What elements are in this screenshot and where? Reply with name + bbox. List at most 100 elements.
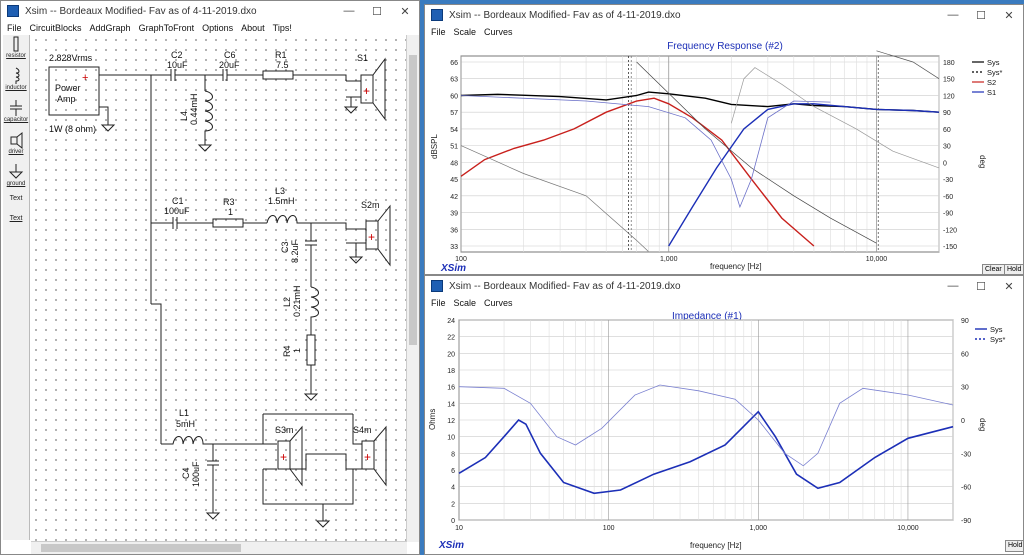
menu-file[interactable]: File (7, 23, 22, 33)
palette-text[interactable]: Text (3, 195, 29, 215)
menu-tips[interactable]: Tips! (273, 23, 292, 33)
y-tick-label: 63 (450, 77, 458, 84)
palette-resistor[interactable]: resistor (3, 35, 29, 67)
impedance-chart: Impedance (#1) Ohms deg frequency [Hz] 2… (428, 311, 1006, 550)
legend-label: S1 (987, 88, 996, 97)
s1-label: S1 (357, 53, 368, 63)
circuit-window[interactable]: Xsim -- Bordeaux Modified- Fav as of 4-1… (0, 0, 420, 555)
palette-driver[interactable]: driver (3, 131, 29, 163)
frequency-window[interactable]: Xsim -- Bordeaux Modified- Fav as of 4-1… (424, 4, 1024, 275)
menu-addgraph[interactable]: AddGraph (90, 23, 131, 33)
y-tick-label: 12 (447, 418, 455, 425)
menu-curves[interactable]: Curves (484, 27, 513, 37)
y2-tick-label: -90 (943, 211, 953, 218)
app-icon (431, 9, 443, 21)
y-tick-label: 33 (450, 244, 458, 251)
r3-value: 1 (228, 207, 233, 217)
menu-file[interactable]: File (431, 298, 446, 308)
schematic-canvas[interactable]: 2.828Vrms Power Amp + 1W (8 ohm) C2 10uF… (31, 35, 407, 542)
component-palette: resistor inductor capacitor driver groun… (3, 35, 30, 540)
menu-curves[interactable]: Curves (484, 298, 513, 308)
window-title: Xsim -- Bordeaux Modified- Fav as of 4-1… (449, 9, 681, 21)
clear-button[interactable]: Clear (982, 264, 1005, 274)
circuit-menubar: File CircuitBlocks AddGraph GraphToFront… (1, 21, 419, 35)
maximize-icon[interactable]: ☐ (967, 280, 995, 293)
y-tick-label: 39 (450, 211, 458, 218)
r1-value: 7.5 (276, 60, 289, 70)
y-tick-label: 14 (447, 401, 455, 408)
c1-label: C1 (172, 196, 184, 206)
x-tick-label: 10,000 (897, 525, 919, 532)
x-tick-label: 1,000 (750, 525, 768, 532)
x-tick-label: 1,000 (660, 256, 678, 263)
palette-label: driver (8, 149, 24, 155)
c4-label: C4 (181, 467, 191, 479)
impedance-window[interactable]: Xsim -- Bordeaux Modified- Fav as of 4-1… (424, 275, 1024, 555)
chart-grid (460, 55, 940, 253)
minimize-icon[interactable]: — (939, 280, 967, 292)
c3-label: C3 (280, 241, 290, 253)
xsim-logo: XSim (441, 263, 467, 274)
hold-button[interactable]: Hold (1004, 264, 1023, 274)
x-tick-label: 100 (455, 256, 467, 263)
palette-text-2[interactable]: Text (3, 215, 29, 235)
close-icon[interactable]: ✕ (995, 280, 1023, 293)
r4-value: 1 (292, 348, 302, 353)
y-tick-label: 54 (450, 127, 458, 134)
y-tick-label: 60 (450, 93, 458, 100)
legend-label: Sys (990, 325, 1003, 334)
y-tick-label: 42 (450, 194, 458, 201)
plus-icon: + (82, 72, 88, 84)
menu-scale[interactable]: Scale (454, 27, 477, 37)
y-tick-label: 57 (450, 110, 458, 117)
minimize-icon[interactable]: — (939, 9, 967, 21)
circuit-titlebar[interactable]: Xsim -- Bordeaux Modified- Fav as of 4-1… (1, 1, 419, 21)
window-title: Xsim -- Bordeaux Modified- Fav as of 4-1… (25, 5, 257, 17)
y2-tick-label: -90 (961, 518, 971, 525)
palette-label: inductor (5, 85, 27, 91)
palette-label: resistor (6, 53, 26, 59)
y2-tick-label: 90 (961, 318, 969, 325)
palette-capacitor[interactable]: capacitor (3, 99, 29, 131)
maximize-icon[interactable]: ☐ (967, 9, 995, 22)
y2-tick-label: 0 (961, 418, 965, 425)
menu-file[interactable]: File (431, 27, 446, 37)
driver-icon (10, 131, 23, 149)
hold-button[interactable]: Hold (1005, 540, 1023, 552)
freq-titlebar[interactable]: Xsim -- Bordeaux Modified- Fav as of 4-1… (425, 5, 1023, 25)
imp-titlebar[interactable]: Xsim -- Bordeaux Modified- Fav as of 4-1… (425, 276, 1023, 296)
y2-tick-label: -150 (943, 244, 957, 251)
horizontal-scrollbar[interactable] (31, 541, 407, 554)
x-axis-label: frequency [Hz] (710, 262, 762, 271)
s2m-label: S2m (361, 200, 380, 210)
y-tick-label: 45 (450, 177, 458, 184)
y-tick-label: 6 (451, 468, 455, 475)
l4-value: 0.44mH (189, 93, 199, 125)
menu-graphtofront[interactable]: GraphToFront (139, 23, 195, 33)
minimize-icon[interactable]: — (335, 5, 363, 17)
c6-value: 20uF (219, 60, 240, 70)
schematic: 2.828Vrms Power Amp + 1W (8 ohm) C2 10uF… (48, 50, 391, 528)
menu-scale[interactable]: Scale (454, 298, 477, 308)
y2-tick-label: 60 (961, 351, 969, 358)
chart-title: Frequency Response (#2) (667, 41, 783, 52)
menu-about[interactable]: About (241, 23, 265, 33)
y-tick-label: 22 (447, 335, 455, 342)
power-amp-label-2: Amp (57, 94, 76, 104)
y2-tick-label: -30 (943, 177, 953, 184)
y2-tick-label: 30 (961, 385, 969, 392)
y-tick-label: 36 (450, 227, 458, 234)
close-icon[interactable]: ✕ (995, 9, 1023, 22)
maximize-icon[interactable]: ☐ (363, 5, 391, 18)
palette-ground[interactable]: ground (3, 163, 29, 195)
close-icon[interactable]: ✕ (391, 5, 419, 18)
menu-options[interactable]: Options (202, 23, 233, 33)
palette-label: ground (6, 181, 26, 187)
c2-label: C2 (171, 50, 183, 60)
vertical-scrollbar[interactable] (406, 35, 419, 542)
y-tick-label: 20 (447, 351, 455, 358)
menu-circuitblocks[interactable]: CircuitBlocks (30, 23, 82, 33)
palette-inductor[interactable]: inductor (3, 67, 29, 99)
y-tick-label: 51 (450, 144, 458, 151)
y2-tick-label: 0 (943, 160, 947, 167)
